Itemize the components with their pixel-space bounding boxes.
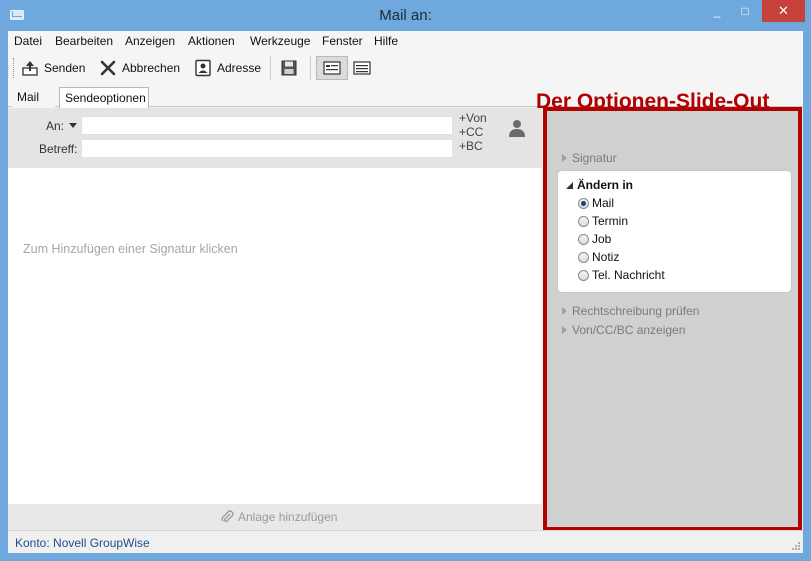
cc-link-label: CC	[466, 125, 484, 139]
address-book-icon	[195, 59, 211, 77]
layout-icon	[323, 61, 341, 75]
floppy-icon	[281, 60, 297, 76]
menu-aktionen[interactable]: Aktionen	[188, 34, 235, 48]
change-in-card: Ändern in Mail Termin Job Notiz Tel. Nac…	[557, 170, 792, 293]
expand-arrow-icon	[562, 154, 567, 162]
plus-icon: +	[459, 111, 467, 125]
minimize-button[interactable]: _	[706, 0, 728, 22]
signature-placeholder[interactable]: Zum Hinzufügen einer Signatur klicken	[23, 242, 238, 256]
radio-termin[interactable]: Termin	[578, 214, 628, 228]
toolbar-separator	[310, 56, 311, 80]
add-attachment-label: Anlage hinzufügen	[238, 510, 338, 524]
menu-hilfe[interactable]: Hilfe	[374, 34, 398, 48]
radio-tel-nachricht[interactable]: Tel. Nachricht	[578, 268, 665, 282]
add-from-link[interactable]: +Von	[459, 111, 487, 125]
change-in-header[interactable]: Ändern in	[566, 178, 633, 192]
address-button[interactable]: Adresse	[194, 56, 261, 80]
attachment-bar: Anlage hinzufügen	[8, 504, 542, 530]
paperclip-icon	[221, 510, 234, 523]
radio-label: Notiz	[592, 250, 620, 264]
toolbar-separator	[270, 56, 271, 80]
tab-sendeoptionen[interactable]: Sendeoptionen	[59, 87, 149, 108]
radio-button[interactable]	[578, 233, 589, 245]
section-show-from-cc-bc[interactable]: Von/CC/BC anzeigen	[562, 323, 685, 337]
expand-arrow-icon	[562, 326, 567, 334]
subject-label: Betreff:	[39, 142, 78, 156]
send-icon	[22, 61, 38, 76]
radio-button-checked[interactable]	[578, 197, 589, 209]
section-signature-label: Signatur	[572, 151, 617, 165]
account-status[interactable]: Konto: Novell GroupWise	[15, 536, 150, 550]
add-cc-link[interactable]: +CC	[459, 125, 483, 139]
radio-button[interactable]	[578, 269, 589, 281]
client-area: Datei Bearbeiten Anzeigen Aktionen Werkz…	[8, 31, 803, 553]
window-frame: Mail an: _ □ ✕ Datei Bearbeiten Anzeigen…	[0, 0, 811, 561]
window-title: Mail an:	[379, 7, 432, 24]
radio-button[interactable]	[578, 215, 589, 227]
plus-icon: +	[459, 125, 467, 139]
bc-link-label: BC	[466, 139, 483, 153]
radio-mail[interactable]: Mail	[578, 196, 614, 210]
radio-label: Termin	[592, 214, 629, 228]
menu-werkzeuge[interactable]: Werkzeuge	[250, 34, 310, 48]
menu-anzeigen[interactable]: Anzeigen	[125, 34, 175, 48]
toolbar: Senden Abbrechen Adresse	[8, 51, 803, 85]
section-show-from-cc-bc-label: Von/CC/BC anzeigen	[572, 323, 686, 337]
send-label: Senden	[44, 61, 86, 75]
save-draft-button[interactable]	[280, 56, 298, 80]
radio-label: Job	[592, 232, 612, 246]
cancel-button[interactable]: Abbrechen	[99, 56, 180, 80]
tab-mail[interactable]: Mail	[12, 87, 55, 108]
toolbar-grip	[13, 58, 16, 78]
address-header: An: Betreff: +Von +CC +BC	[8, 108, 542, 168]
section-spellcheck[interactable]: Rechtschreibung prüfen	[562, 304, 699, 318]
radio-label: Mail	[592, 196, 615, 210]
resize-grip-icon[interactable]	[791, 541, 801, 551]
change-in-title: Ändern in	[577, 178, 633, 192]
maximize-button[interactable]: □	[734, 0, 756, 22]
view-toggle[interactable]	[353, 56, 371, 80]
options-slide-out-panel: Signatur Ändern in Mail Termin Job Notiz…	[543, 107, 802, 531]
section-spellcheck-label: Rechtschreibung prüfen	[572, 304, 700, 318]
cancel-icon	[100, 60, 116, 76]
message-body[interactable]: Zum Hinzufügen einer Signatur klicken	[8, 168, 542, 504]
from-link-label: Von	[466, 111, 487, 125]
menu-bar: Datei Bearbeiten Anzeigen Aktionen Werkz…	[8, 31, 803, 51]
plus-icon: +	[459, 139, 467, 153]
add-bc-link[interactable]: +BC	[459, 139, 483, 153]
plain-layout-icon	[353, 61, 371, 75]
radio-notiz[interactable]: Notiz	[578, 250, 619, 264]
person-icon[interactable]	[507, 118, 527, 138]
menu-datei[interactable]: Datei	[14, 34, 42, 48]
to-label: An:	[46, 119, 65, 133]
to-input[interactable]	[81, 116, 453, 135]
radio-button[interactable]	[578, 251, 589, 263]
status-bar: Konto: Novell GroupWise	[8, 530, 803, 553]
cancel-label: Abbrechen	[122, 61, 181, 75]
add-attachment-button[interactable]: Anlage hinzufügen	[220, 510, 337, 524]
radio-label: Tel. Nachricht	[592, 268, 665, 282]
section-signature[interactable]: Signatur	[562, 151, 617, 165]
chevron-down-icon[interactable]	[69, 123, 77, 128]
subject-input[interactable]	[81, 139, 453, 158]
menu-fenster[interactable]: Fenster	[322, 34, 363, 48]
address-label: Adresse	[217, 61, 262, 75]
expand-arrow-icon	[562, 307, 567, 315]
close-button[interactable]: ✕	[762, 0, 805, 22]
title-bar: Mail an: _ □ ✕	[0, 0, 811, 31]
menu-bearbeiten[interactable]: Bearbeiten	[55, 34, 113, 48]
view-toggle-active[interactable]	[316, 56, 348, 80]
collapse-arrow-icon	[566, 181, 573, 189]
send-button[interactable]: Senden	[21, 56, 85, 80]
radio-job[interactable]: Job	[578, 232, 611, 246]
